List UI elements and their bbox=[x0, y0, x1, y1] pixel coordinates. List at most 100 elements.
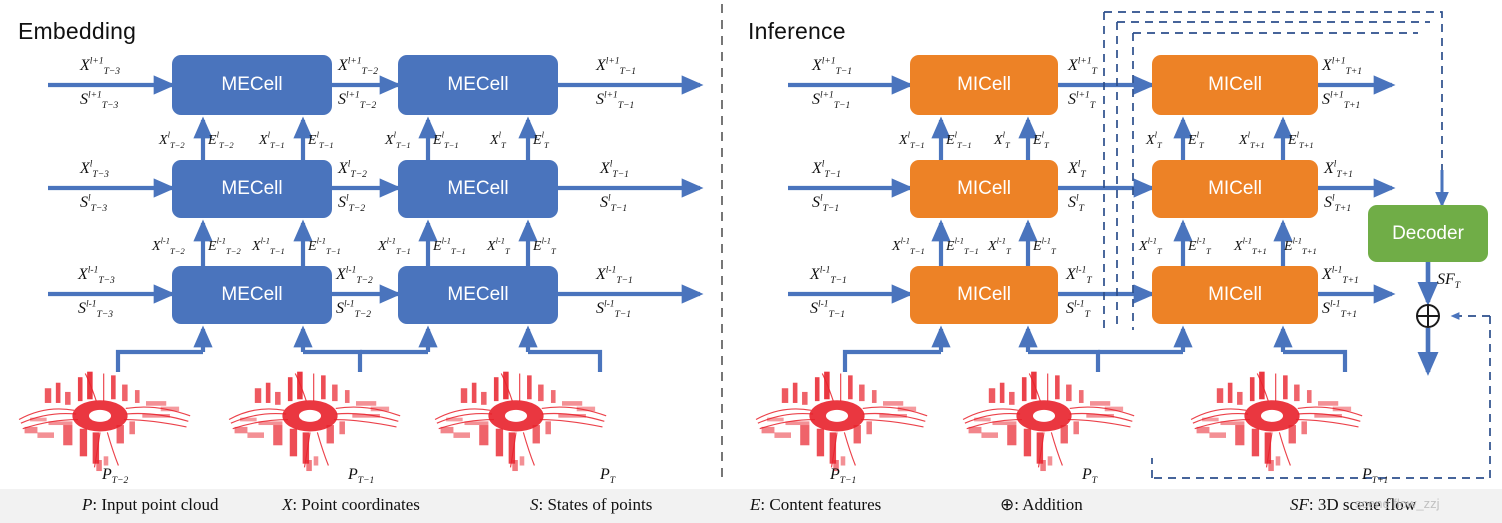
pointcloud-label-inf-2: PT bbox=[1082, 466, 1098, 487]
label-emb-in-mid-x: XlT−3 bbox=[80, 159, 109, 181]
label-emb-mid-top-s: Sl+1T−2 bbox=[338, 90, 377, 112]
label-emb-out-bot-s: Sl-1T−1 bbox=[596, 299, 632, 321]
label-inf-in-top-s: Sl+1T−1 bbox=[812, 90, 851, 112]
legend-item-s: S: States of points bbox=[530, 495, 653, 514]
label-inf-out-bot-s: Sl-1T+1 bbox=[1322, 299, 1358, 321]
label-inf-lo4-x: Xl-1T+1 bbox=[1234, 235, 1267, 257]
label-emb-in-top-x: Xl+1T−3 bbox=[80, 56, 121, 78]
pointcloud-label-inf-1: PT−1 bbox=[830, 466, 857, 487]
section-title-inference: Inference bbox=[748, 18, 846, 44]
label-emb-lo2-e: El-1T−1 bbox=[308, 235, 341, 257]
legend-item-e: E: Content features bbox=[750, 495, 882, 514]
label-emb-lo2-x: Xl-1T−1 bbox=[252, 235, 285, 257]
label-inf-up3-x: XlT bbox=[1146, 129, 1162, 151]
label-inf-lo3-e: El-1T bbox=[1188, 235, 1211, 257]
legend-item-x: X: Point coordinates bbox=[282, 495, 420, 514]
pointcloud-label-emb-2: PT−1 bbox=[348, 466, 375, 487]
label-inf-out-mid-x: XlT+1 bbox=[1324, 159, 1353, 181]
mecell-bottom-col2[interactable]: MECell bbox=[398, 266, 558, 324]
label-inf-lo1-e: El-1T−1 bbox=[946, 235, 979, 257]
label-emb-up2-x: XlT−1 bbox=[259, 129, 285, 151]
label-emb-lo4-e: El-1T bbox=[533, 235, 556, 257]
label-inf-mid-top-x: Xl+1T bbox=[1068, 56, 1097, 78]
label-inf-in-mid-s: SlT−1 bbox=[812, 193, 840, 215]
label-emb-out-bot-x: Xl-1T−1 bbox=[596, 265, 633, 287]
label-emb-up3-e: ElT−1 bbox=[433, 129, 459, 151]
label-inf-out-top-x: Xl+1T+1 bbox=[1322, 56, 1363, 78]
label-inf-lo2-x: Xl-1T bbox=[988, 235, 1011, 257]
label-inf-up2-x: XlT bbox=[994, 129, 1010, 151]
label-emb-lo1-x: Xl-1T−2 bbox=[152, 235, 185, 257]
label-inf-up1-e: ElT−1 bbox=[946, 129, 972, 151]
pointcloud-label-emb-3: PT bbox=[600, 466, 616, 487]
micell-mid-col2[interactable]: MICell bbox=[1152, 160, 1318, 218]
mecell-top-col2[interactable]: MECell bbox=[398, 55, 558, 115]
label-emb-out-top-x: Xl+1T−1 bbox=[596, 56, 637, 78]
label-emb-mid-bot-x: Xl-1T−2 bbox=[336, 265, 373, 287]
label-inf-lo3-x: Xl-1T bbox=[1139, 235, 1162, 257]
label-emb-out-mid-s: SlT−1 bbox=[600, 193, 628, 215]
label-emb-mid-mid-s: SlT−2 bbox=[338, 193, 366, 215]
label-inf-out-bot-x: Xl-1T+1 bbox=[1322, 265, 1359, 287]
label-inf-up4-e: ElT+1 bbox=[1288, 129, 1314, 151]
micell-top-col2[interactable]: MICell bbox=[1152, 55, 1318, 115]
label-emb-in-bot-x: Xl-1T−3 bbox=[78, 265, 115, 287]
label-emb-out-top-s: Sl+1T−1 bbox=[596, 90, 635, 112]
label-inf-lo4-e: El-1T+1 bbox=[1284, 235, 1317, 257]
diagram-root: Embedding Inference MECell MECell MECell… bbox=[0, 0, 1502, 523]
label-emb-mid-bot-s: Sl-1T−2 bbox=[336, 299, 372, 321]
mecell-top-col1[interactable]: MECell bbox=[172, 55, 332, 115]
label-inf-mid-bot-x: Xl-1T bbox=[1066, 265, 1092, 287]
label-emb-up4-e: ElT bbox=[533, 129, 549, 151]
label-emb-up3-x: XlT−1 bbox=[385, 129, 411, 151]
micell-bottom-col2[interactable]: MICell bbox=[1152, 266, 1318, 324]
label-emb-lo3-e: El-1T−1 bbox=[433, 235, 466, 257]
label-emb-in-bot-s: Sl-1T−3 bbox=[78, 299, 114, 321]
label-inf-mid-mid-s: SlT bbox=[1068, 193, 1084, 215]
label-inf-out-top-s: Sl+1T+1 bbox=[1322, 90, 1361, 112]
label-inf-lo1-x: Xl-1T−1 bbox=[892, 235, 925, 257]
watermark: scene flow_zzj bbox=[1355, 496, 1440, 511]
label-inf-up3-e: ElT bbox=[1188, 129, 1204, 151]
label-inf-lo2-e: El-1T bbox=[1033, 235, 1056, 257]
label-inf-up4-x: XlT+1 bbox=[1239, 129, 1265, 151]
label-emb-lo1-e: El-1T−2 bbox=[208, 235, 241, 257]
label-emb-in-top-s: Sl+1T−3 bbox=[80, 90, 119, 112]
label-emb-up2-e: ElT−1 bbox=[308, 129, 334, 151]
label-emb-out-mid-x: XlT−1 bbox=[600, 159, 629, 181]
decoder-block[interactable]: Decoder bbox=[1368, 205, 1488, 262]
legend-item-addition: ⊕: Addition bbox=[1000, 495, 1083, 514]
label-inf-in-top-x: Xl+1T−1 bbox=[812, 56, 853, 78]
label-emb-up4-x: XlT bbox=[490, 129, 506, 151]
label-inf-in-bot-x: Xl-1T−1 bbox=[810, 265, 847, 287]
label-inf-up2-e: ElT bbox=[1033, 129, 1049, 151]
mecell-bottom-col1[interactable]: MECell bbox=[172, 266, 332, 324]
label-emb-up1-e: ElT−2 bbox=[208, 129, 234, 151]
label-emb-lo4-x: Xl-1T bbox=[487, 235, 510, 257]
pointcloud-label-inf-3: PT+1 bbox=[1362, 466, 1389, 487]
micell-top-col1[interactable]: MICell bbox=[910, 55, 1058, 115]
label-inf-in-bot-s: Sl-1T−1 bbox=[810, 299, 846, 321]
label-inf-out-mid-s: SlT+1 bbox=[1324, 193, 1352, 215]
label-decoder-output: SFT bbox=[1437, 271, 1461, 292]
mecell-mid-col2[interactable]: MECell bbox=[398, 160, 558, 218]
micell-mid-col1[interactable]: MICell bbox=[910, 160, 1058, 218]
label-emb-mid-mid-x: XlT−2 bbox=[338, 159, 367, 181]
label-emb-up1-x: XlT−2 bbox=[159, 129, 185, 151]
label-inf-mid-bot-s: Sl-1T bbox=[1066, 299, 1090, 321]
pointcloud-label-emb-1: PT−2 bbox=[102, 466, 129, 487]
mecell-mid-col1[interactable]: MECell bbox=[172, 160, 332, 218]
legend-item-p: P: Input point cloud bbox=[82, 495, 219, 514]
label-inf-up1-x: XlT−1 bbox=[899, 129, 925, 151]
section-title-embedding: Embedding bbox=[18, 18, 137, 44]
label-emb-mid-top-x: Xl+1T−2 bbox=[338, 56, 379, 78]
addition-icon: ⊕ bbox=[1000, 495, 1015, 514]
label-emb-lo3-x: Xl-1T−1 bbox=[378, 235, 411, 257]
legend-bar: P: Input point cloud X: Point coordinate… bbox=[0, 489, 1502, 523]
label-inf-in-mid-x: XlT−1 bbox=[812, 159, 841, 181]
micell-bottom-col1[interactable]: MICell bbox=[910, 266, 1058, 324]
label-inf-mid-mid-x: XlT bbox=[1068, 159, 1086, 181]
pointcloud-group bbox=[18, 371, 1363, 472]
label-inf-mid-top-s: Sl+1T bbox=[1068, 90, 1096, 112]
label-emb-in-mid-s: SlT−3 bbox=[80, 193, 108, 215]
